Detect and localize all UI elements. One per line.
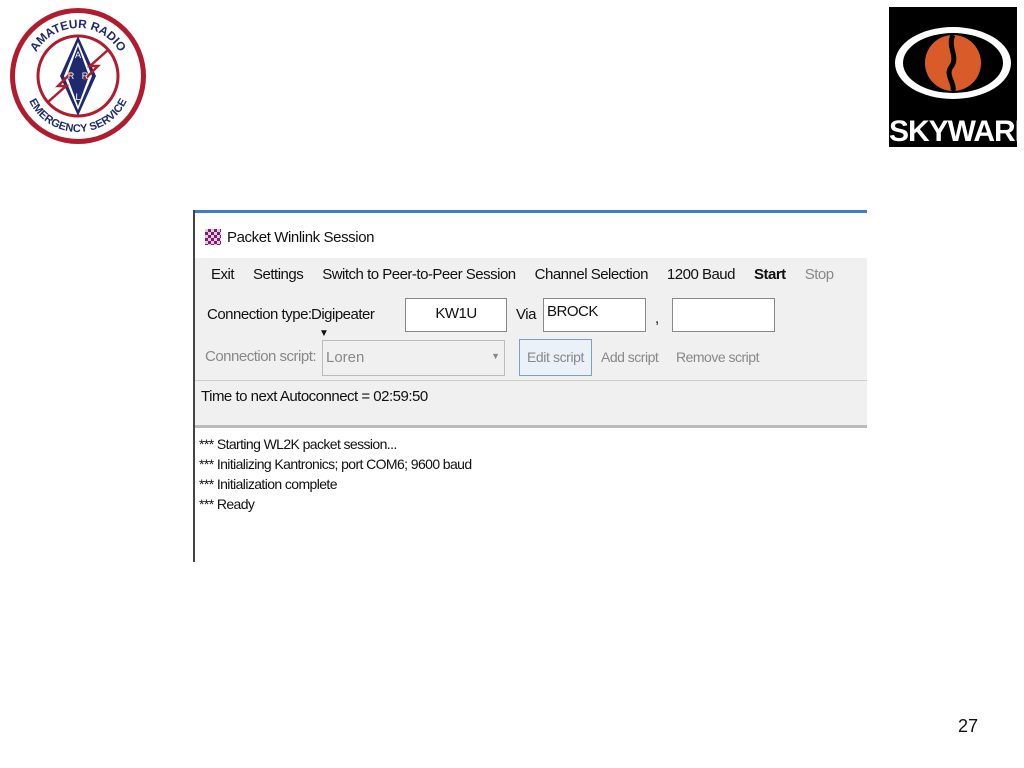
edit-script-label: Edit script (526, 349, 585, 365)
callsign-field[interactable]: KW1U (405, 298, 507, 332)
ares-logo: AMATEUR RADIO EMERGENCY SERVICE A R R L (8, 6, 148, 146)
via-label: Via (516, 306, 536, 323)
menu-settings[interactable]: Settings (253, 266, 304, 283)
menu-baud[interactable]: 1200 Baud (667, 266, 736, 283)
via-separator: , (655, 310, 659, 327)
log-line: *** Starting WL2K packet session... (199, 436, 397, 452)
menu-switch-p2p[interactable]: Switch to Peer-to-Peer Session (322, 266, 516, 283)
via2-field[interactable] (672, 298, 775, 332)
menu-bar: Exit Settings Switch to Peer-to-Peer Ses… (211, 266, 853, 283)
menu-stop[interactable]: Stop (805, 266, 834, 283)
connection-script-value: Loren (326, 349, 365, 366)
winlink-app-icon (205, 229, 221, 245)
add-script-button[interactable]: Add script (601, 349, 659, 365)
log-line: *** Ready (199, 496, 255, 512)
window-title: Packet Winlink Session (227, 228, 375, 246)
via-value: BROCK (547, 303, 598, 320)
title-bar: Packet Winlink Session (205, 226, 375, 248)
log-line: *** Initializing Kantronics; port COM6; … (199, 456, 472, 472)
slide-page-number: 27 (958, 716, 979, 736)
svg-text:R: R (68, 71, 75, 81)
window-top-border (195, 210, 867, 213)
connection-script-label: Connection script: (205, 348, 317, 365)
edit-script-button[interactable]: Edit script (519, 339, 592, 376)
via-field[interactable]: BROCK (543, 298, 646, 332)
svg-text:L: L (75, 92, 80, 102)
callsign-value: KW1U (435, 305, 477, 322)
connection-type-value: Digipeater (311, 306, 375, 323)
remove-script-button[interactable]: Remove script (676, 349, 759, 365)
skywarn-wordmark: SKYWARN (889, 115, 1024, 148)
autoconnect-status: Time to next Autoconnect = 02:59:50 (201, 388, 428, 405)
packet-winlink-window: Packet Winlink Session Exit Settings Swi… (193, 210, 867, 562)
dropdown-arrow-icon: ▼ (491, 351, 500, 361)
svg-text:R: R (82, 71, 89, 81)
connection-type-label: Connection type: (207, 306, 312, 323)
menu-channel-selection[interactable]: Channel Selection (535, 266, 649, 283)
menu-exit[interactable]: Exit (211, 266, 235, 283)
connection-type-select[interactable]: Digipeater ▼ (307, 300, 397, 339)
session-log: *** Starting WL2K packet session... *** … (199, 434, 472, 514)
connection-script-select[interactable]: Loren ▼ (322, 340, 505, 376)
svg-text:A: A (75, 50, 81, 60)
skywarn-logo: SKYWARN (889, 7, 1024, 148)
menu-start[interactable]: Start (754, 266, 786, 283)
log-line: *** Initialization complete (199, 476, 337, 492)
dropdown-arrow-icon: ▼ (319, 328, 329, 339)
